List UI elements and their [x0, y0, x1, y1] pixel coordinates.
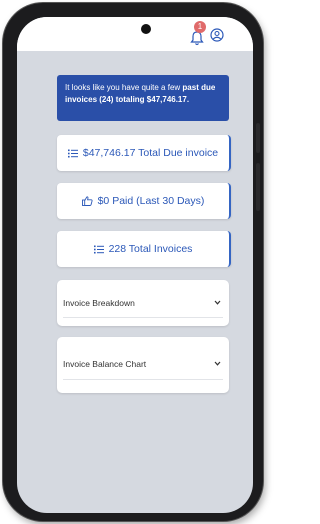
app-screen: 1 It looks like you have quite a few pas…: [17, 17, 253, 513]
user-icon[interactable]: [210, 28, 224, 42]
phone-frame: 1 It looks like you have quite a few pas…: [3, 3, 263, 521]
thumbs-up-icon: [81, 196, 93, 206]
total-due-card[interactable]: $47,746.17 Total Due invoice: [57, 135, 231, 171]
list-icon: [93, 245, 104, 253]
invoice-balance-chart-section[interactable]: Invoice Balance Chart: [57, 337, 229, 393]
phone-side-button: [256, 123, 260, 153]
paid-label: $0 Paid (Last 30 Days): [97, 195, 205, 207]
chevron-down-icon[interactable]: [214, 300, 221, 305]
past-due-alert: It looks like you have quite a few past …: [57, 75, 229, 121]
total-invoices-card[interactable]: 228 Total Invoices: [57, 231, 231, 267]
invoice-balance-chart-label: Invoice Balance Chart: [63, 359, 147, 369]
section-divider: [63, 317, 223, 318]
alert-text: It looks like you have quite a few: [65, 83, 183, 92]
paid-card[interactable]: $0 Paid (Last 30 Days): [57, 183, 231, 219]
invoice-breakdown-label: Invoice Breakdown: [63, 298, 135, 308]
phone-volume-button: [256, 163, 260, 211]
top-bar: 1: [17, 17, 253, 51]
chevron-down-icon[interactable]: [214, 361, 221, 366]
invoice-breakdown-section[interactable]: Invoice Breakdown: [57, 280, 229, 326]
total-due-label: $47,746.17 Total Due invoice: [82, 147, 219, 159]
front-camera: [141, 24, 151, 34]
section-divider: [63, 379, 223, 380]
total-invoices-label: 228 Total Invoices: [108, 243, 193, 255]
list-icon: [67, 149, 78, 157]
notification-badge: 1: [194, 21, 206, 33]
